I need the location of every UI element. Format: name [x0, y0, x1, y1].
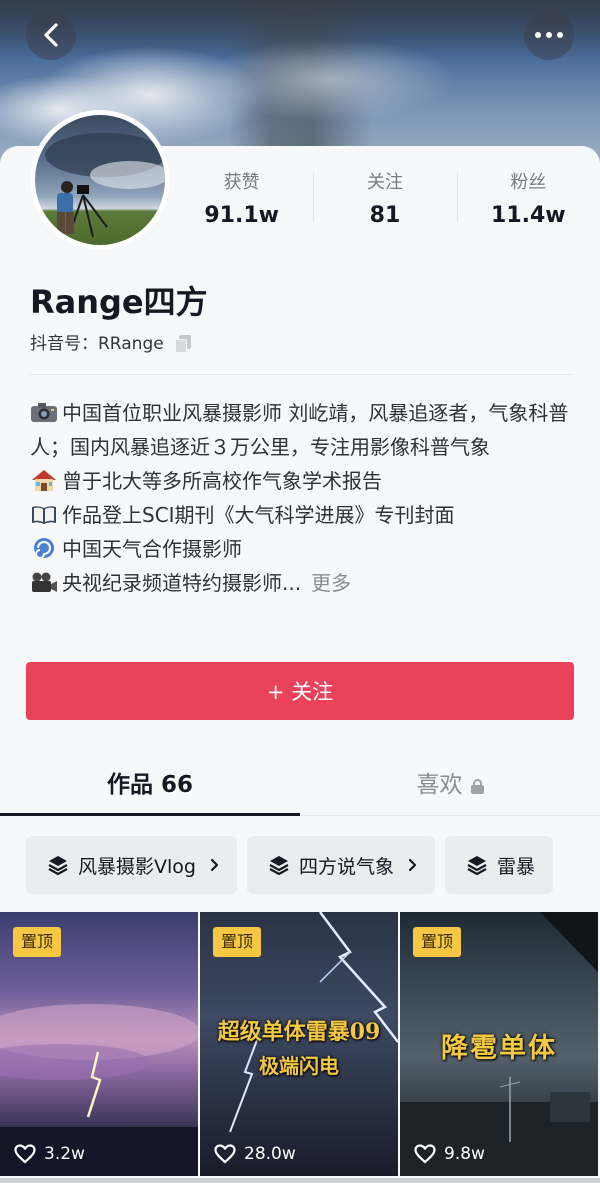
bio-text: 中国首位职业风暴摄影师 刘屹靖，风暴追逐者，气象科普人；国内风暴追逐近３万公里，…: [30, 401, 569, 459]
collection-label: 风暴摄影Vlog: [78, 855, 196, 878]
camera-emoji-icon: [31, 403, 57, 422]
profile-name: Range四方: [30, 283, 208, 321]
chevron-left-icon: [44, 23, 58, 47]
tab-likes-label: 喜欢: [416, 772, 463, 798]
more-options-button[interactable]: [524, 10, 574, 60]
video-likes: 3.2w: [14, 1144, 85, 1164]
pinned-badge: 置顶: [213, 927, 262, 957]
bio-text: 中国天气合作摄影师: [62, 537, 242, 561]
douyin-id: 抖音号：RRange: [30, 331, 192, 357]
collection-chip-weather-talk[interactable]: 四方说气象: [246, 836, 435, 894]
chevron-right-icon: [210, 858, 219, 872]
layers-icon: [269, 856, 289, 875]
bio-text: 央视纪录频道特约摄影师...: [62, 571, 302, 595]
collections-bar: 风暴摄影Vlog 四方说气象 雷暴: [26, 836, 600, 894]
divider: [30, 374, 574, 375]
bio-line: 中国首位职业风暴摄影师 刘屹靖，风暴追逐者，气象科普人；国内风暴追逐近３万公里，…: [30, 396, 578, 464]
more-dots-icon: [535, 32, 563, 38]
likes-count: 9.8w: [444, 1144, 485, 1164]
house-emoji-icon: [32, 470, 56, 491]
pinned-badge: 置顶: [413, 927, 462, 957]
bio: 中国首位职业风暴摄影师 刘屹靖，风暴追逐者，气象科普人；国内风暴追逐近３万公里，…: [30, 396, 578, 600]
bio-line: 曾于北大等多所高校作气象学术报告: [30, 464, 578, 498]
heart-icon: [14, 1144, 36, 1164]
stat-label: 粉丝: [510, 172, 547, 193]
stat-value: 81: [369, 203, 401, 228]
profile-stats: 获赞 91.1w 关注 81 粉丝 11.4w: [170, 170, 600, 240]
layers-icon: [467, 856, 487, 875]
avatar-photo: [35, 115, 165, 245]
video-caption: 降雹单体: [441, 1033, 557, 1064]
follow-button[interactable]: + 关注: [26, 662, 574, 720]
stat-label: 获赞: [223, 172, 260, 193]
video-tile[interactable]: 置顶 超级单体雷暴09 极端闪电 28.0w: [200, 912, 398, 1176]
video-tile[interactable]: 置顶 3.2w: [0, 912, 198, 1176]
bio-line: 作品登上SCI期刊《大气科学进展》专刊封面: [30, 498, 578, 532]
collection-chip-storm-vlog[interactable]: 风暴摄影Vlog: [26, 836, 237, 894]
video-grid: 置顶 3.2w 置顶 超级单体雷暴09 极端闪电 28.0w 置顶 降雹单体 9…: [0, 912, 600, 1183]
video-tile[interactable]: 置顶 降雹单体 9.8w: [400, 912, 598, 1176]
video-likes: 28.0w: [214, 1144, 296, 1164]
avatar[interactable]: [30, 110, 170, 250]
next-row-peek: [0, 1178, 600, 1183]
bio-more-link[interactable]: 更多: [311, 571, 351, 595]
book-emoji-icon: [32, 506, 56, 524]
collection-label: 雷暴: [496, 855, 535, 878]
cyclone-emoji-icon: [34, 538, 54, 559]
stat-value: 91.1w: [204, 203, 279, 228]
pinned-badge: 置顶: [13, 927, 62, 957]
lock-icon: [470, 779, 484, 794]
collection-label: 四方说气象: [298, 855, 394, 878]
chevron-right-icon: [408, 858, 417, 872]
layers-icon: [48, 856, 68, 875]
stat-likes[interactable]: 获赞 91.1w: [170, 170, 313, 240]
profile-tabs: 作品 66 喜欢: [0, 758, 600, 816]
tab-likes[interactable]: 喜欢: [300, 758, 600, 815]
bio-line: 央视纪录频道特约摄影师... 更多: [30, 566, 578, 600]
douyin-id-text: 抖音号：RRange: [30, 334, 164, 354]
heart-icon: [414, 1144, 436, 1164]
video-likes: 9.8w: [414, 1144, 485, 1164]
stat-followers[interactable]: 粉丝 11.4w: [456, 170, 600, 240]
collection-chip-thunderstorm[interactable]: 雷暴: [444, 836, 553, 894]
movie-camera-emoji-icon: [32, 572, 57, 592]
bio-text: 作品登上SCI期刊《大气科学进展》专刊封面: [62, 503, 455, 527]
stat-label: 关注: [366, 172, 403, 193]
likes-count: 3.2w: [44, 1144, 85, 1164]
tab-works[interactable]: 作品 66: [0, 758, 300, 816]
heart-icon: [214, 1144, 236, 1164]
video-caption: 超级单体雷暴09: [217, 1019, 381, 1045]
stat-value: 11.4w: [491, 203, 566, 228]
banner-cloud: [0, 0, 600, 60]
video-caption: 极端闪电: [259, 1054, 339, 1078]
likes-count: 28.0w: [244, 1144, 296, 1164]
bio-line: 中国天气合作摄影师: [30, 532, 578, 566]
bio-text: 曾于北大等多所高校作气象学术报告: [62, 469, 382, 493]
back-button[interactable]: [26, 10, 76, 60]
stat-following[interactable]: 关注 81: [313, 170, 456, 240]
copy-icon[interactable]: [174, 335, 192, 353]
